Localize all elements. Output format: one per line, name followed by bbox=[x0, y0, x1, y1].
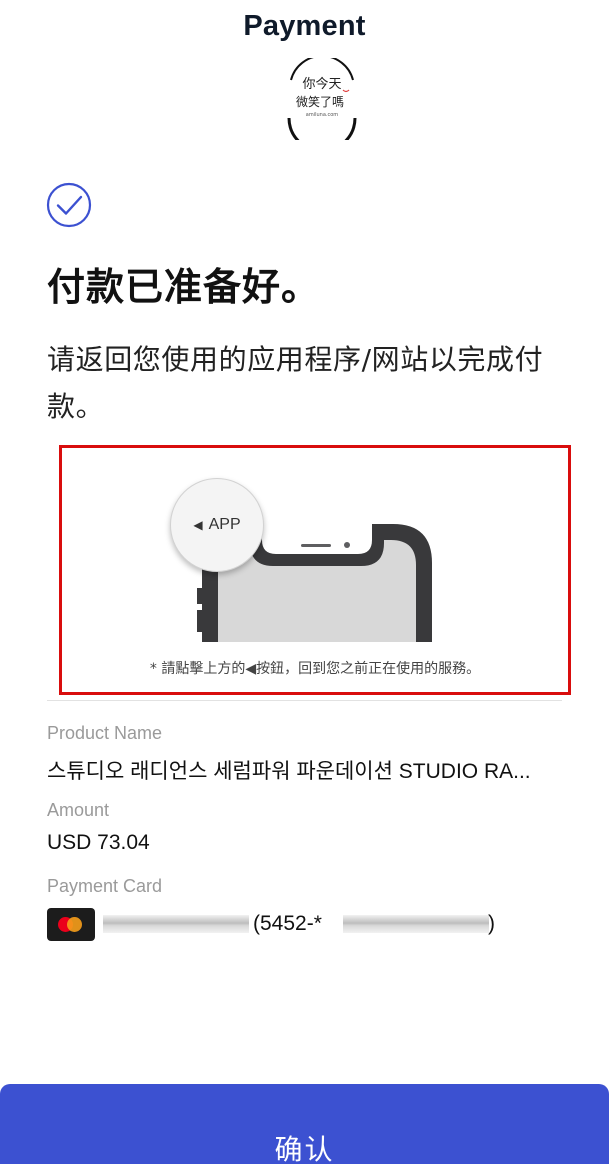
amount-value: USD 73.04 bbox=[47, 831, 150, 854]
card-number-prefix: (5452-* bbox=[253, 912, 322, 935]
watermark-line-3: amiluna.com bbox=[306, 112, 339, 118]
illustration-caption: * 請點擊上方的◀按鈕，回到您之前正在使用的服務。 bbox=[149, 661, 481, 677]
check-circle-icon bbox=[46, 182, 92, 228]
phone-illustration bbox=[197, 524, 432, 642]
watermark-line-2: 微笑了嗎 bbox=[296, 94, 344, 109]
card-number-redaction bbox=[343, 915, 489, 933]
back-triangle-icon: ◀ bbox=[193, 518, 203, 532]
status-message: 请返回您使用的应用程序/网站以完成付款。 bbox=[47, 343, 544, 423]
card-number-suffix: ) bbox=[488, 912, 495, 935]
section-divider bbox=[47, 700, 562, 701]
product-name-value: 스튜디오 래디언스 세럼파워 파운데이션 STUDIO RA... bbox=[47, 760, 531, 783]
return-instruction-illustration: ◀ APP * 請點擊上方的◀按鈕，回到您之前正在使用的服務。 bbox=[59, 445, 571, 695]
card-holder-redaction bbox=[103, 915, 249, 933]
amount-label: Amount bbox=[47, 800, 110, 820]
watermark-logo: 你今天 微笑了嗎 amiluna.com bbox=[283, 54, 361, 153]
page-title: Payment bbox=[243, 10, 366, 42]
payment-card-label: Payment Card bbox=[47, 876, 163, 896]
product-name-label: Product Name bbox=[47, 723, 163, 743]
watermark-line-1: 你今天 bbox=[302, 76, 341, 92]
app-back-button-illustration: ◀ APP bbox=[170, 478, 264, 572]
payment-card-row: (5452-* ) bbox=[47, 907, 587, 943]
app-label: APP bbox=[208, 516, 241, 533]
confirm-button[interactable]: 确认 bbox=[0, 1084, 609, 1164]
mastercard-icon bbox=[47, 908, 95, 941]
status-heading: 付款已准备好。 bbox=[47, 265, 321, 309]
